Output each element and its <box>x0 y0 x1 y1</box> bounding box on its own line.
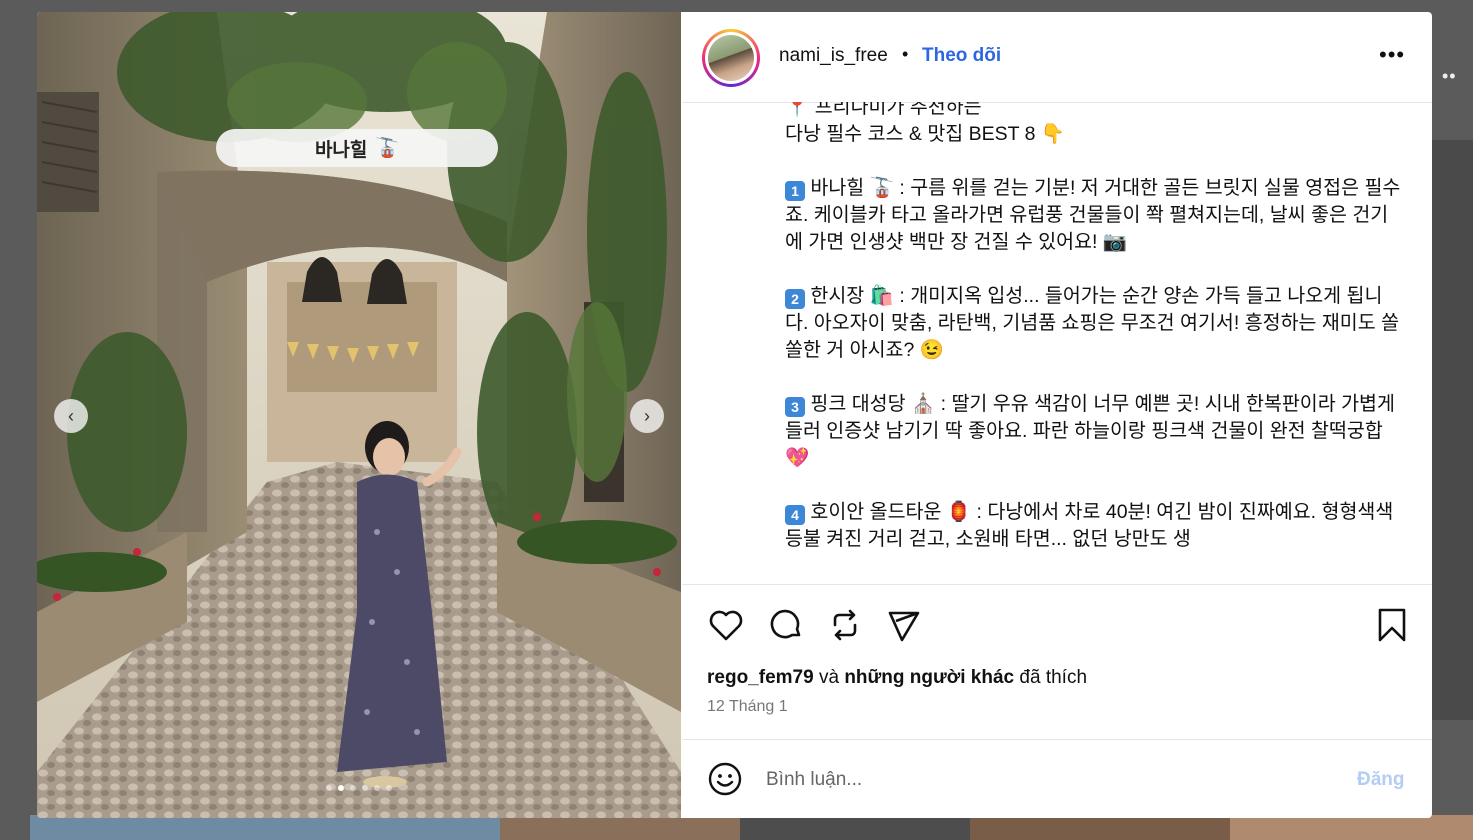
username-link[interactable]: nami_is_free <box>779 45 888 67</box>
avatar[interactable] <box>702 29 760 87</box>
carousel-indicator <box>37 785 681 791</box>
background-more-icon: •• <box>1442 66 1457 86</box>
smiley-icon[interactable] <box>707 761 743 797</box>
background-thumbnail <box>970 815 1230 840</box>
carousel-prev-button[interactable]: ‹ <box>54 399 88 433</box>
post-modal: 바나힐 🚡 ‹ › nami_is_free • Theo dõi ••• 📍 … <box>37 12 1432 818</box>
caption-item-text: 핑크 대성당 ⛪ : 딸기 우유 색감이 너무 예쁜 곳! 시내 한복판이라 가… <box>785 393 1395 469</box>
number-badge-icon: 3 <box>785 397 805 417</box>
comment-bar: Đăng <box>682 739 1432 818</box>
carousel-dot <box>326 785 332 791</box>
bookmark-icon[interactable] <box>1372 605 1412 645</box>
number-badge-icon: 2 <box>785 289 805 309</box>
likes-suffix: đã thích <box>1019 667 1088 688</box>
caption-item: 2 한시장 🛍️ : 개미지옥 입성... 들어가는 순간 양손 가득 들고 나… <box>785 283 1405 364</box>
carousel-dot <box>386 785 392 791</box>
carousel-dot <box>350 785 356 791</box>
number-badge-icon: 4 <box>785 505 805 525</box>
comment-input[interactable] <box>764 764 1328 796</box>
likes-summary: rego_fem79 và những người khác đã thích <box>707 667 1087 689</box>
comment-icon[interactable] <box>766 605 806 645</box>
background-thumbnail <box>1432 140 1473 720</box>
caption-intro-line: 📍 프리나미가 추천하는 <box>785 102 982 118</box>
avatar-frame <box>705 32 757 84</box>
post-date[interactable]: 12 Tháng 1 <box>707 698 788 716</box>
post-image: 바나힐 🚡 ‹ › <box>37 12 681 818</box>
cable-car-icon: 🚡 <box>375 138 400 159</box>
background-thumbnail <box>30 815 500 840</box>
follow-button[interactable]: Theo dõi <box>922 45 1001 67</box>
send-icon[interactable] <box>884 605 924 645</box>
background-thumbnail <box>1230 815 1473 840</box>
more-options-icon[interactable]: ••• <box>1379 44 1405 66</box>
caption-item: 3 핑크 대성당 ⛪ : 딸기 우유 색감이 너무 예쁜 곳! 시내 한복판이라… <box>785 391 1405 472</box>
background-thumbnail <box>740 815 970 840</box>
post-header: nami_is_free • Theo dõi ••• <box>682 12 1432 103</box>
repost-icon[interactable] <box>825 605 865 645</box>
heart-icon[interactable] <box>706 605 746 645</box>
carousel-dot <box>374 785 380 791</box>
separator-dot: • <box>902 44 909 64</box>
image-caption-text: 바나힐 <box>314 139 368 161</box>
caption-item: 1 바나힐 🚡 : 구름 위를 걷는 기분! 저 거대한 골든 브릿지 실물 영… <box>785 175 1405 256</box>
caption-intro-line: 다낭 필수 코스 & 맛집 BEST 8 👇 <box>785 123 1066 145</box>
liker-username-link[interactable]: rego_fem79 <box>707 667 814 688</box>
carousel-dot <box>338 785 344 791</box>
caption-item-text: 한시장 🛍️ : 개미지옥 입성... 들어가는 순간 양손 가득 들고 나오게… <box>785 285 1400 361</box>
image-caption-label: 바나힐 🚡 <box>216 129 498 167</box>
number-badge-icon: 1 <box>785 181 805 201</box>
post-detail-panel: nami_is_free • Theo dõi ••• 📍 프리나미가 추천하는… <box>682 12 1432 818</box>
caption-item-text: 바나힐 🚡 : 구름 위를 걷는 기분! 저 거대한 골든 브릿지 실물 영접은… <box>785 177 1401 253</box>
post-caption: 📍 프리나미가 추천하는 다낭 필수 코스 & 맛집 BEST 8 👇 1 바나… <box>785 102 1405 584</box>
carousel-dot <box>362 785 368 791</box>
chevron-left-icon: ‹ <box>68 405 74 426</box>
chevron-right-icon: › <box>644 405 650 426</box>
likes-conjunction: và <box>818 667 840 688</box>
action-bar <box>682 584 1432 663</box>
post-comment-button[interactable]: Đăng <box>1357 769 1405 791</box>
others-link[interactable]: những người khác <box>844 667 1014 688</box>
caption-item: 4 호이안 올드타운 🏮 : 다낭에서 차로 40분! 여긴 밤이 진짜예요. … <box>785 499 1405 553</box>
avatar-photo <box>708 35 754 81</box>
background-thumbnail <box>500 815 740 840</box>
caption-item-text: 호이안 올드타운 🏮 : 다낭에서 차로 40분! 여긴 밤이 진짜예요. 형형… <box>785 501 1394 550</box>
carousel-next-button[interactable]: › <box>630 399 664 433</box>
